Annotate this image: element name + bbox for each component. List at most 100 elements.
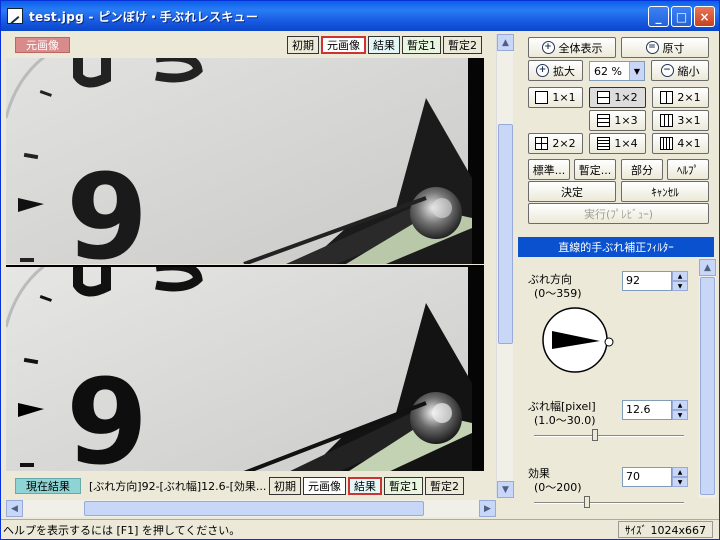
top-provisional1-button[interactable]: 暫定1: [402, 36, 441, 54]
svg-text:9: 9: [66, 148, 148, 264]
layout-2x1-label: 2×1: [677, 91, 701, 104]
result-parameters-text: [ぶれ方向]92-[ぶれ幅]12.6-[効果...: [89, 480, 267, 493]
spin-down-icon[interactable]: ▼: [672, 281, 688, 291]
bottom-original-button[interactable]: 元画像: [303, 477, 346, 495]
direction-dial[interactable]: [540, 305, 614, 375]
layout-1x4-label: 1×4: [614, 137, 638, 150]
spin-up-icon[interactable]: ▲: [672, 467, 688, 477]
cancel-button[interactable]: ｷｬﾝｾﾙ: [621, 181, 709, 202]
image-horizontal-scrollbar[interactable]: ◀ ▶: [6, 500, 496, 517]
bottom-provisional1-button[interactable]: 暫定1: [384, 477, 423, 495]
minimize-button[interactable]: _: [648, 6, 669, 27]
layout-1x1-icon: [535, 91, 549, 104]
scroll-thumb[interactable]: [498, 124, 513, 344]
layout-4x1-label: 4×1: [677, 137, 701, 150]
image-vertical-scrollbar[interactable]: ▲ ▼: [496, 34, 514, 498]
spin-down-icon[interactable]: ▼: [672, 477, 688, 487]
direction-input[interactable]: 92: [622, 271, 672, 291]
effect-slider-thumb[interactable]: [584, 496, 591, 508]
top-initial-button[interactable]: 初期: [287, 36, 319, 54]
scroll-up-arrow-icon[interactable]: ▲: [497, 34, 514, 51]
scroll-down-arrow-icon[interactable]: ▼: [497, 481, 514, 498]
effect-input[interactable]: 70: [622, 467, 672, 487]
direction-range: (0～359): [534, 287, 582, 300]
zoom-in-label: 拡大: [553, 64, 575, 78]
execute-preview-button[interactable]: 実行(ﾌﾟﾚﾋﾞｭｰ): [528, 203, 709, 224]
width-slider[interactable]: [534, 429, 684, 441]
standard-button[interactable]: 標準...: [528, 159, 570, 180]
zoom-out-label: 縮小: [677, 64, 700, 78]
layout-1x1-button[interactable]: 1×1: [528, 87, 583, 108]
effect-slider[interactable]: [534, 496, 684, 508]
provisional-button[interactable]: 暫定...: [574, 159, 616, 180]
layout-1x3-icon: [597, 114, 611, 127]
effect-range: (0～200): [534, 481, 582, 494]
panel-scroll-thumb[interactable]: [700, 277, 715, 495]
zoom-out-icon: −: [660, 64, 674, 77]
spin-up-icon[interactable]: ▲: [672, 400, 688, 410]
chevron-down-icon[interactable]: ▼: [629, 62, 644, 80]
bottom-provisional2-button[interactable]: 暫定2: [425, 477, 464, 495]
layout-3x1-button[interactable]: 3×1: [652, 110, 709, 131]
horizontal-scroll-thumb[interactable]: [84, 501, 424, 516]
original-image-view[interactable]: 9: [6, 58, 484, 264]
top-result-button[interactable]: 結果: [368, 36, 400, 54]
layout-3x1-label: 3×1: [677, 114, 701, 127]
zoom-out-button[interactable]: − 縮小: [651, 60, 709, 81]
bottom-result-button[interactable]: 結果: [348, 477, 382, 495]
layout-1x1-label: 1×1: [552, 91, 576, 104]
direction-spinner[interactable]: 92 ▲ ▼: [622, 271, 688, 291]
width-input[interactable]: 12.6: [622, 400, 672, 420]
layout-1x2-icon: [597, 91, 611, 104]
original-size-button[interactable]: = 原寸: [621, 37, 709, 58]
help-button[interactable]: ﾍﾙﾌﾟ: [667, 159, 709, 180]
title-bar[interactable]: test.jpg - ピンぼけ・手ぶれレスキュー _ □ ×: [1, 1, 719, 31]
layout-2x1-button[interactable]: 2×1: [652, 87, 709, 108]
status-bar: ヘルプを表示するには [F1] を押してください。 ｻｲｽﾞ 1024x667: [1, 519, 719, 539]
layout-2x2-icon: [535, 137, 549, 150]
result-image-view[interactable]: 9: [6, 265, 484, 471]
top-provisional2-button[interactable]: 暫定2: [443, 36, 482, 54]
maximize-button[interactable]: □: [671, 6, 692, 27]
app-icon: [7, 8, 23, 24]
zoom-select[interactable]: 62 % ▼: [589, 61, 645, 81]
bottom-initial-button[interactable]: 初期: [269, 477, 301, 495]
layout-2x1-icon: [660, 91, 674, 104]
scroll-right-arrow-icon[interactable]: ▶: [479, 500, 496, 517]
app-window: test.jpg - ピンぼけ・手ぶれレスキュー _ □ × 元画像 初期 元画…: [0, 0, 720, 540]
effect-spinner[interactable]: 70 ▲ ▼: [622, 467, 688, 487]
layout-2x2-button[interactable]: 2×2: [528, 133, 583, 154]
width-slider-thumb[interactable]: [591, 429, 598, 441]
close-button[interactable]: ×: [694, 6, 715, 27]
layout-4x1-button[interactable]: 4×1: [652, 133, 709, 154]
panel-vertical-scrollbar[interactable]: ▲: [699, 259, 716, 498]
layout-1x4-button[interactable]: 1×4: [589, 133, 646, 154]
layout-3x1-icon: [660, 114, 674, 127]
svg-text:9: 9: [66, 353, 148, 471]
spin-down-icon[interactable]: ▼: [672, 410, 688, 420]
layout-1x3-button[interactable]: 1×3: [589, 110, 646, 131]
clock-photo-result: 9: [6, 267, 484, 471]
top-view-toolbar: 元画像 初期 元画像 結果 暫定1 暫定2: [6, 34, 500, 56]
scroll-up-arrow-icon[interactable]: ▲: [699, 259, 716, 276]
current-result-tag: 現在結果: [15, 478, 81, 494]
image-size-indicator: ｻｲｽﾞ 1024x667: [618, 521, 713, 538]
zoom-fit-icon: +: [541, 41, 555, 54]
width-range: (1.0～30.0): [534, 414, 596, 427]
zoom-original-icon: =: [645, 41, 659, 54]
zoom-in-button[interactable]: + 拡大: [528, 60, 583, 81]
layout-2x2-label: 2×2: [552, 137, 576, 150]
width-spinner[interactable]: 12.6 ▲ ▼: [622, 400, 688, 420]
layout-1x4-icon: [597, 137, 611, 150]
layout-4x1-icon: [660, 137, 674, 150]
top-original-button[interactable]: 元画像: [321, 36, 366, 54]
image-pane: 元画像 初期 元画像 結果 暫定1 暫定2 9 9 現在結果 [ぶれ方向]92-…: [6, 34, 500, 498]
layout-1x2-button[interactable]: 1×2: [589, 87, 646, 108]
scroll-left-arrow-icon[interactable]: ◀: [6, 500, 23, 517]
layout-1x3-label: 1×3: [614, 114, 638, 127]
fit-all-button[interactable]: + 全体表示: [528, 37, 616, 58]
partial-button[interactable]: 部分: [621, 159, 663, 180]
spin-up-icon[interactable]: ▲: [672, 271, 688, 281]
fit-all-label: 全体表示: [558, 41, 603, 55]
decide-button[interactable]: 決定: [528, 181, 616, 202]
